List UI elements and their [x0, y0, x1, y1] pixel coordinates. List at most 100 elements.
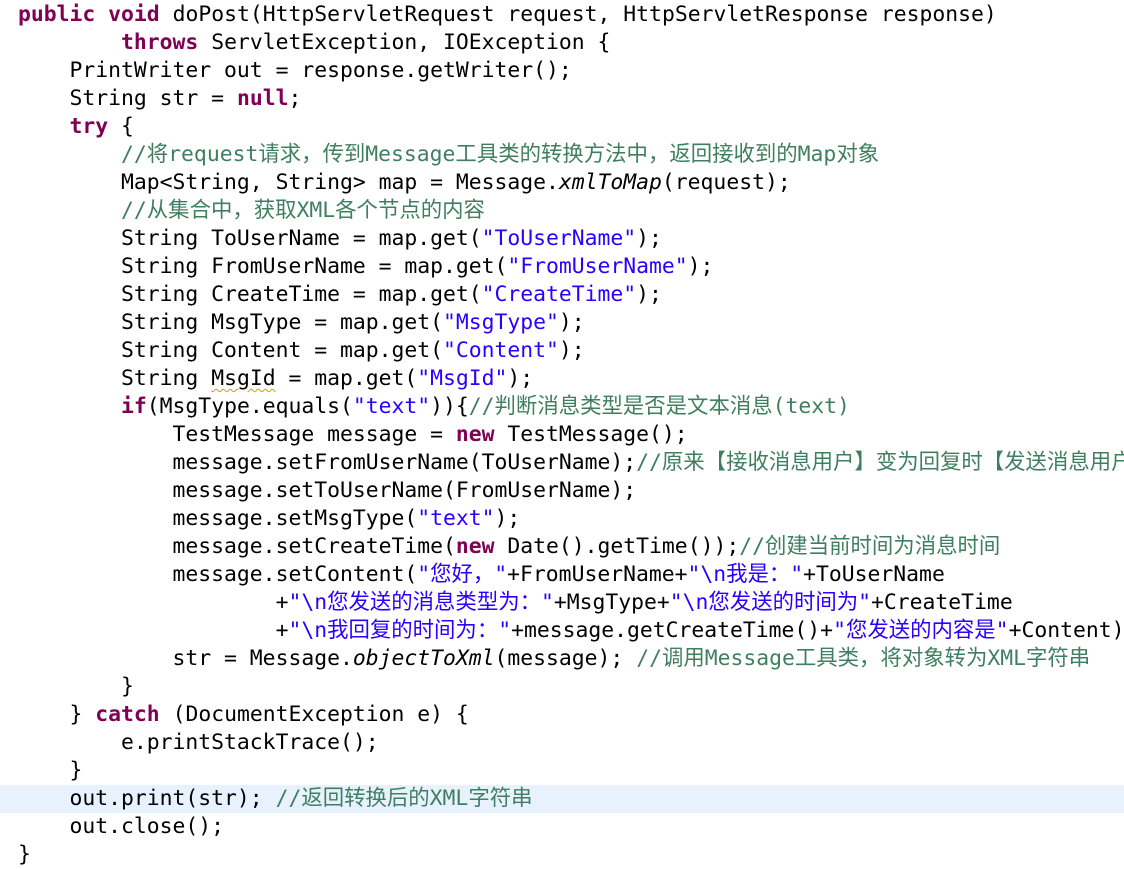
code-line-text: message.setToUserName(FromUserName); [18, 477, 637, 505]
code-token: PrintWriter out = response.getWriter(); [18, 58, 572, 83]
code-token: (MsgType.equals( [146, 394, 353, 419]
code-token: + [18, 590, 289, 615]
code-line-current[interactable]: out.print(str); //返回转换后的XML字符串 [0, 785, 1124, 813]
code-line-text: String MsgId = map.get("MsgId"); [18, 365, 533, 393]
string-literal: "您发送的内容是" [833, 618, 1009, 643]
code-line-text: e.printStackTrace(); [18, 729, 379, 757]
code-line[interactable]: } [0, 841, 1124, 869]
code-line[interactable]: } [0, 673, 1124, 701]
code-token: str = Message. [18, 646, 353, 671]
code-token: out.close(); [18, 814, 225, 839]
string-literal: "text" [417, 506, 495, 531]
code-comment: //返回转换后的XML字符串 [275, 786, 533, 811]
string-literal: "\n我是：" [687, 562, 804, 587]
code-token: (message); [494, 646, 637, 671]
code-line[interactable]: e.printStackTrace(); [0, 729, 1124, 757]
code-token: Map<String, String> map = Message. [18, 170, 559, 195]
code-token: (DocumentException e) { [159, 702, 469, 727]
code-line-text: +"\n您发送的消息类型为："+MsgType+"\n您发送的时间为"+Crea… [18, 589, 1013, 617]
code-line[interactable]: message.setFromUserName(ToUserName);//原来… [0, 449, 1124, 477]
code-line-text: } [18, 841, 31, 869]
code-line[interactable]: } [0, 757, 1124, 785]
code-line[interactable]: message.setCreateTime(new Date().getTime… [0, 533, 1124, 561]
string-literal: "CreateTime" [481, 282, 637, 307]
code-line[interactable]: public void doPost(HttpServletRequest re… [0, 1, 1124, 29]
code-comment: //原来【接收消息用户】变为回复时【发送消息用户】 [636, 450, 1124, 475]
code-line[interactable]: out.close(); [0, 813, 1124, 841]
code-line[interactable]: String MsgId = map.get("MsgId"); [0, 365, 1124, 393]
code-line[interactable]: String CreateTime = map.get("CreateTime"… [0, 281, 1124, 309]
code-line[interactable]: String FromUserName = map.get("FromUserN… [0, 253, 1124, 281]
code-comment: //从集合中，获取XML各个节点的内容 [121, 198, 485, 223]
keyword-token: new [455, 422, 495, 447]
code-line-text: +"\n我回复的时间为："+message.getCreateTime()+"您… [18, 617, 1124, 645]
code-line-text: out.print(str); //返回转换后的XML字符串 [18, 785, 533, 813]
code-token: TestMessage message = [18, 422, 456, 447]
code-line[interactable]: String str = null; [0, 85, 1124, 113]
string-literal: "您好，" [417, 562, 508, 587]
code-line-text: String str = null; [18, 85, 302, 113]
keyword-token: throws [121, 30, 199, 55]
code-line[interactable]: PrintWriter out = response.getWriter(); [0, 57, 1124, 85]
string-literal: "\n您发送的时间为" [669, 590, 872, 615]
code-token: (request); [661, 170, 791, 195]
code-line[interactable]: //从集合中，获取XML各个节点的内容 [0, 197, 1124, 225]
keyword-token: try [69, 114, 109, 139]
code-token: message.setCreateTime( [18, 534, 456, 559]
code-line[interactable]: String Content = map.get("Content"); [0, 337, 1124, 365]
code-token: ); [636, 282, 662, 307]
code-token: +Content); [1008, 618, 1124, 643]
code-token: +message.getCreateTime()+ [511, 618, 834, 643]
code-line[interactable]: if(MsgType.equals("text")){//判断消息类型是否是文本… [0, 393, 1124, 421]
code-token: ); [558, 338, 585, 363]
code-line[interactable]: str = Message.objectToXml(message); //调用… [0, 645, 1124, 673]
code-line[interactable]: //将request请求，传到Message工具类的转换方法中，返回接收到的Ma… [0, 141, 1124, 169]
code-token: e.printStackTrace(); [18, 730, 379, 755]
code-line-text: String FromUserName = map.get("FromUserN… [18, 253, 713, 281]
code-line[interactable]: +"\n您发送的消息类型为："+MsgType+"\n您发送的时间为"+Crea… [0, 589, 1124, 617]
code-token: = map.get( [275, 366, 418, 391]
code-line[interactable]: +"\n我回复的时间为："+message.getCreateTime()+"您… [0, 617, 1124, 645]
string-literal: "MsgId" [417, 366, 508, 391]
code-line-text: Map<String, String> map = Message.xmlToM… [18, 169, 791, 197]
code-line[interactable]: throws ServletException, IOException { [0, 29, 1124, 57]
code-line-text: message.setContent("您好，"+FromUserName+"\… [18, 561, 945, 589]
code-line-text: //从集合中，获取XML各个节点的内容 [18, 197, 485, 225]
code-line[interactable]: TestMessage message = new TestMessage(); [0, 421, 1124, 449]
string-literal: "\n您发送的消息类型为：" [288, 590, 554, 615]
code-line-text: if(MsgType.equals("text")){//判断消息类型是否是文本… [18, 393, 850, 421]
code-token: +MsgType+ [553, 590, 670, 615]
code-line[interactable]: message.setMsgType("text"); [0, 505, 1124, 533]
code-editor[interactable]: public void doPost(HttpServletRequest re… [0, 0, 1124, 869]
string-literal: "\n我回复的时间为：" [288, 618, 512, 643]
code-line[interactable]: try { [0, 113, 1124, 141]
code-line[interactable]: Map<String, String> map = Message.xmlToM… [0, 169, 1124, 197]
code-token: )){ [430, 394, 469, 419]
code-line-text: } [18, 757, 83, 785]
code-token: String Content = map.get( [18, 338, 443, 363]
code-line[interactable]: String MsgType = map.get("MsgType"); [0, 309, 1124, 337]
keyword-token: catch [95, 702, 160, 727]
code-line[interactable]: message.setToUserName(FromUserName); [0, 477, 1124, 505]
code-token: } [18, 758, 83, 783]
string-literal: "text" [352, 394, 431, 419]
code-token: +ToUserName [803, 562, 945, 587]
code-comment: //将request请求，传到Message工具类的转换方法中，返回接收到的Ma… [121, 142, 880, 167]
code-token: String CreateTime = map.get( [18, 282, 482, 307]
code-line[interactable]: } catch (DocumentException e) { [0, 701, 1124, 729]
keyword-token: void [108, 2, 160, 27]
code-token: ); [507, 366, 534, 391]
code-line[interactable]: String ToUserName = map.get("ToUserName"… [0, 225, 1124, 253]
code-line[interactable]: message.setContent("您好，"+FromUserName+"\… [0, 561, 1124, 589]
code-line-text: throws ServletException, IOException { [18, 29, 610, 57]
keyword-token: new [455, 534, 495, 559]
code-line-text: TestMessage message = new TestMessage(); [18, 421, 688, 449]
code-line-text: str = Message.objectToXml(message); //调用… [18, 645, 1091, 673]
static-method-name: objectToXml [352, 646, 495, 671]
code-token: + [18, 618, 289, 643]
code-line-text: String CreateTime = map.get("CreateTime"… [18, 281, 662, 309]
code-token: { [108, 114, 134, 139]
